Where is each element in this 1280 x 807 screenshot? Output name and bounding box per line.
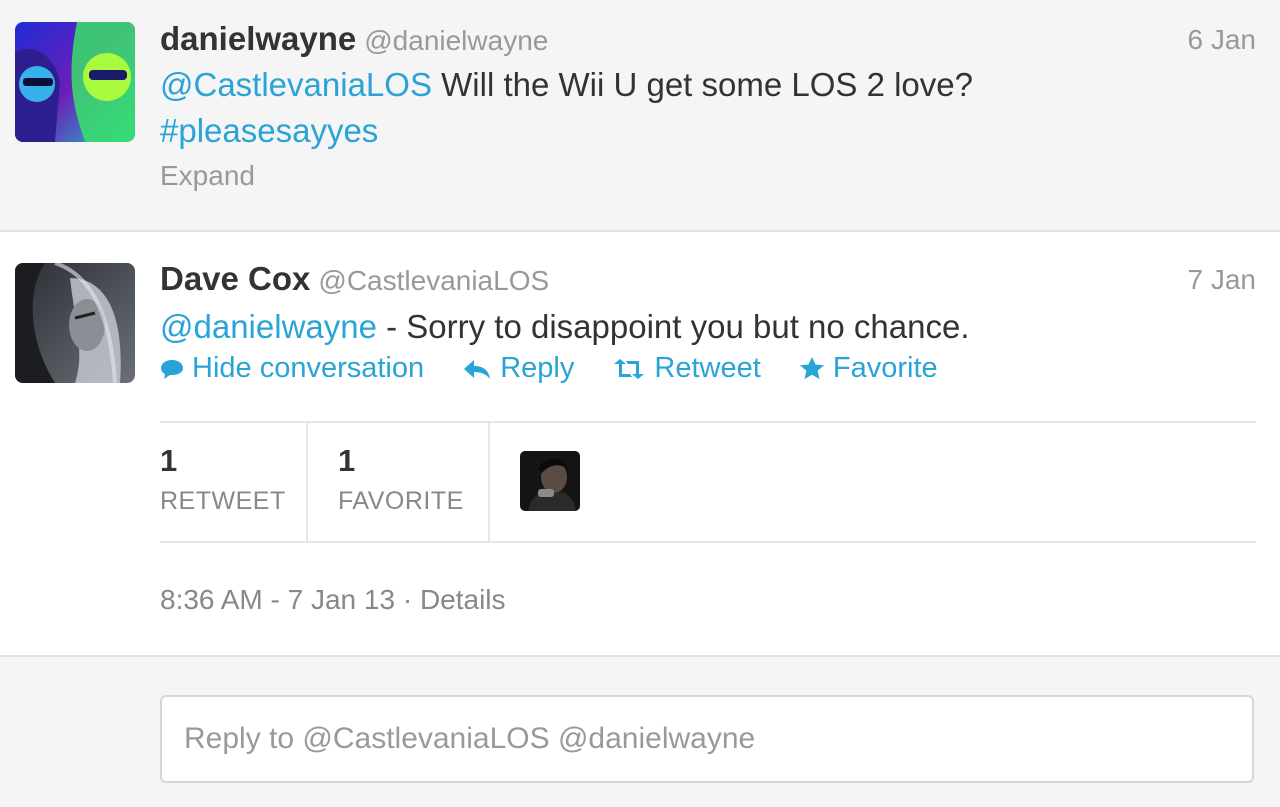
retweet-icon xyxy=(614,359,645,379)
favoriter-avatar[interactable] xyxy=(520,451,580,511)
favorite-count: 1 xyxy=(338,443,356,478)
tweet-text: @CastlevaniaLOS Will the Wii U get some … xyxy=(160,62,1240,154)
tweet-date[interactable]: 6 Jan xyxy=(1188,24,1257,56)
tweet-body: Will the Wii U get some LOS 2 love? xyxy=(441,66,973,103)
favorite-button[interactable]: Favorite xyxy=(799,352,938,385)
retweet-label: Retweet xyxy=(654,352,761,384)
avatar-dave-cox[interactable] xyxy=(15,263,135,383)
tweet-body: - Sorry to disappoint you but no chance. xyxy=(386,308,970,345)
expand-link[interactable]: Expand xyxy=(160,160,255,192)
meta-separator: · xyxy=(395,584,420,615)
user-handle[interactable]: @danielwayne xyxy=(364,25,548,56)
hide-conversation-button[interactable]: Hide conversation xyxy=(160,352,424,385)
tweet-timestamp[interactable]: 8:36 AM - 7 Jan 13 xyxy=(160,584,395,615)
retweet-stat[interactable]: 1 RETWEET xyxy=(160,423,306,541)
tweet-castlevanialos[interactable]: Dave Cox @CastlevaniaLOS 7 Jan @danielway… xyxy=(0,232,1280,656)
reply-arrow-icon xyxy=(464,360,491,379)
speech-bubble-icon xyxy=(161,360,183,379)
tweet-date[interactable]: 7 Jan xyxy=(1188,264,1257,296)
avatar-danielwayne[interactable] xyxy=(15,22,135,142)
hashtag-link[interactable]: #pleasesayyes xyxy=(160,112,378,149)
tweet-danielwayne[interactable]: danielwayne @danielwayne 6 Jan @Castlevan… xyxy=(0,0,1280,231)
favorite-label: Favorite xyxy=(832,352,938,384)
tweet-actions: Hide conversation Reply Retweet Favorite xyxy=(160,352,968,385)
avatar-image xyxy=(520,451,580,511)
reply-label: Reply xyxy=(500,352,575,384)
user-handle[interactable]: @CastlevaniaLOS xyxy=(318,265,549,296)
display-name[interactable]: danielwayne xyxy=(160,20,356,57)
retweet-button[interactable]: Retweet xyxy=(612,352,761,385)
retweet-stat-label: RETWEET xyxy=(160,487,286,515)
avatar-image xyxy=(15,22,135,142)
star-icon xyxy=(799,357,824,379)
tweet-meta: 8:36 AM - 7 Jan 13 · Details xyxy=(160,584,506,616)
tweet-stats: 1 RETWEET 1 FAVORITE xyxy=(160,421,1256,543)
tweet-header: danielwayne @danielwayne xyxy=(160,20,548,58)
avatar-image xyxy=(15,263,135,383)
retweet-count: 1 xyxy=(160,443,178,478)
stat-divider xyxy=(488,423,490,541)
details-link[interactable]: Details xyxy=(420,584,506,615)
reply-button[interactable]: Reply xyxy=(462,352,574,385)
divider xyxy=(0,655,1280,657)
tweet-header: Dave Cox @CastlevaniaLOS xyxy=(160,260,549,298)
reply-input[interactable] xyxy=(160,695,1254,783)
mention-link[interactable]: @CastlevaniaLOS xyxy=(160,66,432,103)
hide-conversation-label: Hide conversation xyxy=(192,352,425,384)
favorite-stat-label: FAVORITE xyxy=(338,487,464,515)
display-name[interactable]: Dave Cox xyxy=(160,260,310,297)
stat-divider xyxy=(306,423,308,541)
favorite-stat[interactable]: 1 FAVORITE xyxy=(338,423,488,541)
tweet-text: @danielwayne - Sorry to disappoint you b… xyxy=(160,304,1240,350)
mention-link[interactable]: @danielwayne xyxy=(160,308,377,345)
